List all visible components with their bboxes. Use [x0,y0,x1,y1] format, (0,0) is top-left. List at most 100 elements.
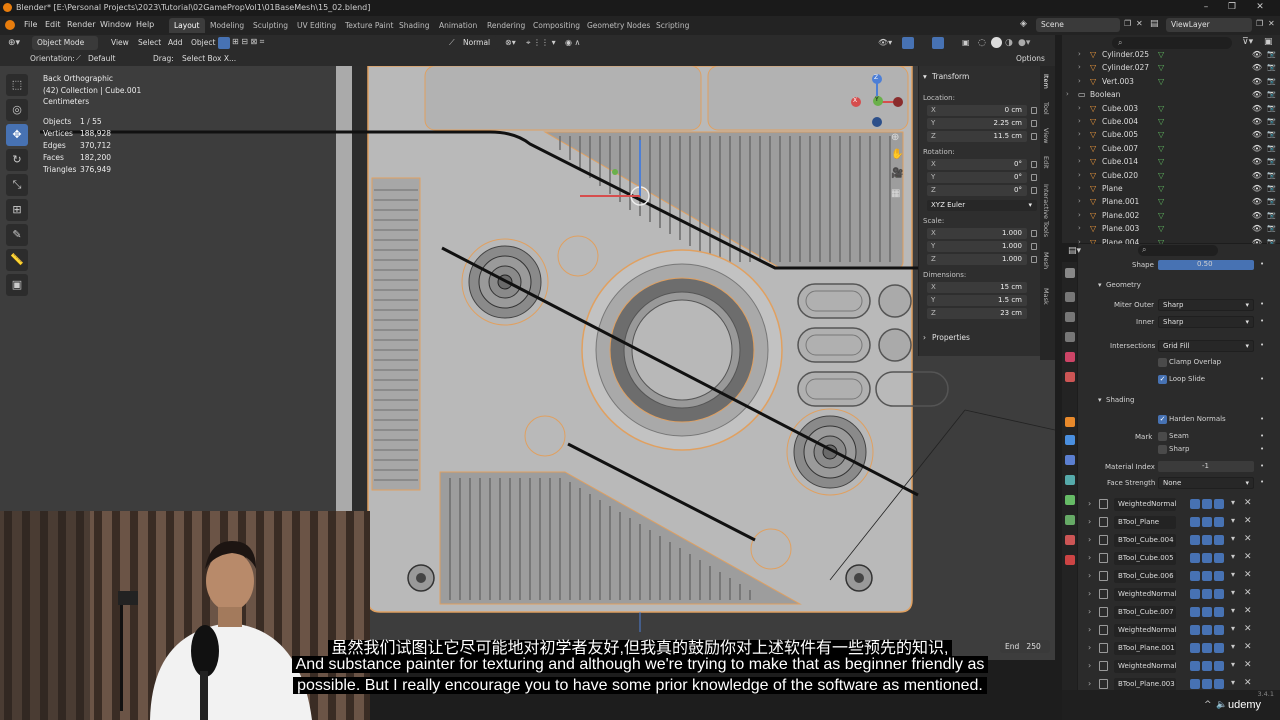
rotation-z-field[interactable]: Z 0° [927,185,1027,196]
remove-modifier-icon[interactable]: ✕ [1244,606,1252,616]
location-x-field[interactable]: X0 cm [927,105,1027,116]
annotate-icon[interactable]: ✎ [6,224,28,246]
edit-mode-toggle-icon[interactable] [1190,589,1200,599]
tab-sculpting[interactable]: Sculpting [248,18,293,33]
render-toggle-icon[interactable] [1214,643,1224,653]
menu-help[interactable]: Help [136,20,154,29]
wrench-icon[interactable] [1065,435,1075,445]
modifier-row[interactable]: › BTool_Cube.007 ▾ ✕ [1088,606,1266,620]
lock-icon[interactable] [1031,174,1037,181]
lock-icon[interactable] [1031,256,1037,263]
lock-icon[interactable] [1031,187,1037,194]
material-index-field[interactable]: -1 [1158,461,1254,472]
blender-menu-icon[interactable] [5,20,15,30]
render-camera-icon[interactable]: 📷 [1267,90,1276,98]
lock-icon[interactable] [1031,230,1037,237]
modifier-name-field[interactable]: WeightedNormal.... [1114,588,1176,601]
keyframe-dot-icon[interactable]: • [1260,415,1264,423]
modifier-row[interactable]: › WeightedNormal ▾ ✕ [1088,498,1266,512]
snap-icon[interactable]: ⌖ ⋮⋮ ▾ [526,38,556,48]
modifier-row[interactable]: › WeightedNormal.... ▾ ✕ [1088,624,1266,638]
lock-icon[interactable] [1031,161,1037,168]
edit-mode-toggle-icon[interactable] [1190,535,1200,545]
material-shading-icon[interactable]: ◑ [1005,38,1013,48]
outliner-row[interactable]: › ▽ Plane ▽ 👁 📷 [1062,183,1280,196]
render-toggle-icon[interactable] [1214,553,1224,563]
dimension-z-field[interactable]: Z 23 cm [927,308,1027,319]
render-camera-icon[interactable]: 📷 [1267,130,1276,138]
properties-search-input[interactable] [1138,245,1218,256]
inner-miter-select[interactable]: Sharp ▾ [1158,316,1254,328]
expand-arrow-icon[interactable]: › [1078,184,1081,192]
lock-icon[interactable] [1031,120,1037,127]
modifier-name-field[interactable]: BTool_Cube.007 [1114,606,1176,619]
modifier-name-field[interactable]: WeightedNormal [1114,498,1176,511]
tab-scripting[interactable]: Scripting [651,18,694,33]
modifier-menu-icon[interactable]: ▾ [1231,498,1235,507]
transform-header[interactable]: Transform [932,72,969,81]
tab-geometry-nodes[interactable]: Geometry Nodes [582,18,655,33]
render-camera-icon[interactable]: 📷 [1267,197,1276,205]
face-strength-select[interactable]: None ▾ [1158,477,1254,489]
render-camera-icon[interactable]: 📷 [1267,77,1276,85]
outliner-row[interactable]: › ▽ Cube.003 ▽ 👁 📷 [1062,103,1280,116]
render-camera-icon[interactable]: 📷 [1267,224,1276,232]
remove-modifier-icon[interactable]: ✕ [1244,678,1252,688]
scale-icon[interactable]: ⤡ [6,174,28,196]
menu-select[interactable]: Select [138,38,161,47]
expand-arrow-icon[interactable]: › [1088,661,1091,670]
viewport-toggle-icon[interactable] [1202,499,1212,509]
render-toggle-icon[interactable] [1214,625,1224,635]
orientation-selector[interactable]: Default [88,54,115,63]
expand-arrow-icon[interactable]: › [1088,679,1091,688]
delete-view-layer-icon[interactable]: ✕ [1268,19,1275,28]
remove-modifier-icon[interactable]: ✕ [1244,624,1252,634]
shading-section-header[interactable]: Shading [1106,396,1134,404]
particles-icon[interactable] [1065,455,1075,465]
render-camera-icon[interactable]: 📷 [1267,171,1276,179]
visibility-eye-icon[interactable]: 👁 [1252,184,1262,193]
pivot-icon[interactable]: ⊗▾ [505,38,516,47]
tab-mask[interactable]: Mask [1042,288,1050,305]
visibility-eye-icon[interactable]: 👁 [1252,77,1262,86]
visibility-icon[interactable]: 👁▾ [878,38,892,47]
modifier-name-field[interactable]: WeightedNormal.... [1114,624,1176,637]
location-y-field[interactable]: Y 2.25 cm [927,118,1027,129]
viewport-toggle-icon[interactable] [1202,571,1212,581]
keyframe-dot-icon[interactable]: • [1260,432,1264,440]
lock-icon[interactable] [1031,133,1037,140]
tab-interactive-tools[interactable]: Interactive Tools [1042,184,1050,237]
modifier-name-field[interactable]: BTool_Plane.001 [1114,642,1176,655]
measure-icon[interactable]: 📏 [6,249,28,271]
viewport-toggle-icon[interactable] [1202,643,1212,653]
scale-z-field[interactable]: Z 1.000 [927,254,1027,265]
viewport-toggle-icon[interactable] [1202,679,1212,689]
visibility-eye-icon[interactable]: 👁 [1252,211,1262,220]
view-layer-selector[interactable]: ViewLayer [1166,18,1252,32]
rotation-y-field[interactable]: Y 0° [927,172,1027,183]
filter-icon[interactable]: ⊽▾ [1242,37,1253,47]
minimize-icon[interactable]: – [1196,2,1216,14]
render-toggle-icon[interactable] [1214,679,1224,689]
outliner-row[interactable]: › ▽ Plane.003 ▽ 👁 📷 [1062,223,1280,236]
menu-edit[interactable]: Edit [45,20,61,29]
clamp-overlap-checkbox[interactable] [1158,358,1167,367]
remove-modifier-icon[interactable]: ✕ [1244,516,1252,526]
expand-arrow-icon[interactable]: › [1088,643,1091,652]
outliner-row[interactable]: › ▽ Cube.020 ▽ 👁 📷 [1062,170,1280,183]
expand-arrow-icon[interactable]: › [1088,589,1091,598]
modifier-menu-icon[interactable]: ▾ [1231,588,1235,597]
outliner-row[interactable]: › ▽ Cube.005 ▽ 👁 📷 [1062,129,1280,142]
menu-render[interactable]: Render [67,20,95,29]
menu-view[interactable]: View [111,38,129,47]
expand-arrow-icon[interactable]: › [1078,63,1081,71]
transform-icon[interactable]: ⊞ [6,199,28,221]
edit-mode-toggle-icon[interactable] [1190,499,1200,509]
expand-arrow-icon[interactable]: › [1078,77,1081,85]
remove-modifier-icon[interactable]: ✕ [1244,534,1252,544]
remove-modifier-icon[interactable]: ✕ [1244,660,1252,670]
outliner-row[interactable]: › ▽ Plane.002 ▽ 👁 📷 [1062,210,1280,223]
dimension-x-field[interactable]: X 15 cm [927,282,1027,293]
render-camera-icon[interactable]: 📷 [1267,50,1276,58]
material-icon[interactable] [1065,535,1075,545]
